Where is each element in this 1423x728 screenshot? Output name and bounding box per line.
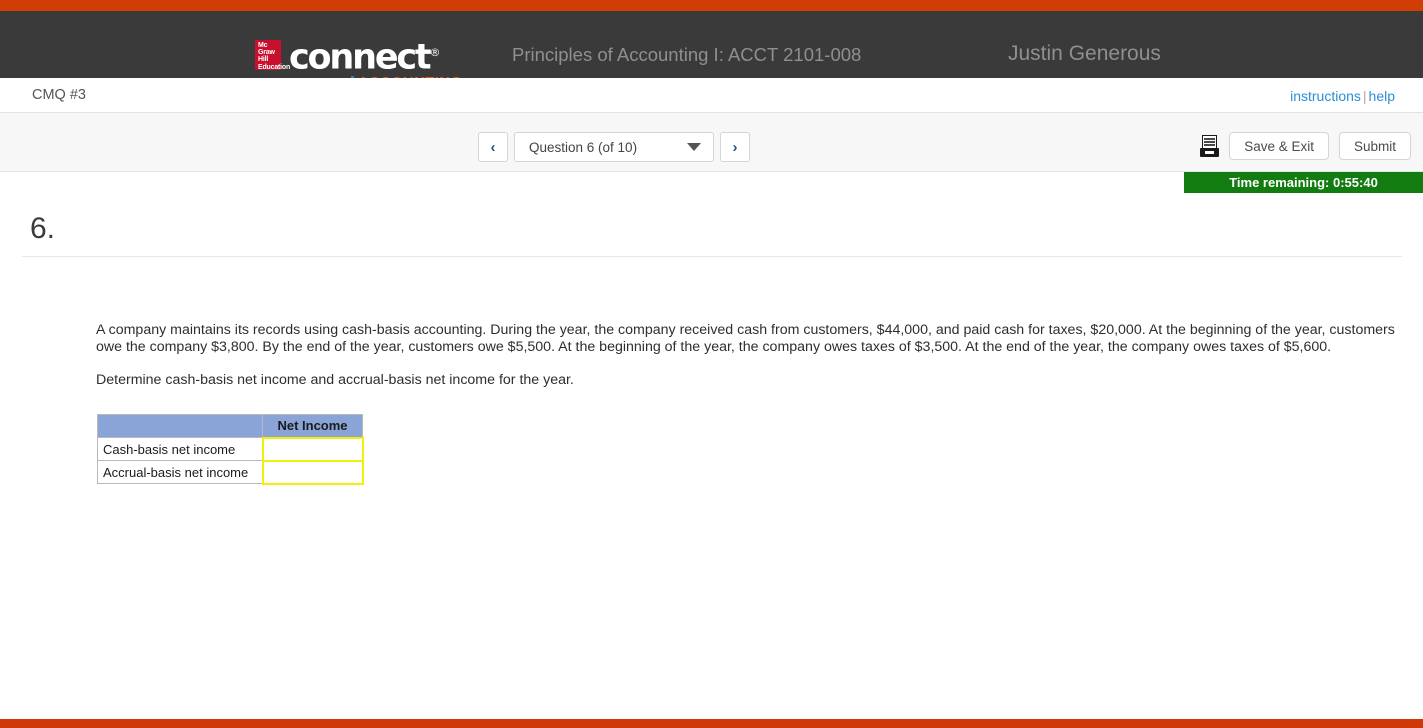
assignment-bar: CMQ #3 instructions | help xyxy=(0,78,1423,113)
next-question-button[interactable]: › xyxy=(720,132,750,162)
question-instruction: Determine cash-basis net income and accr… xyxy=(96,372,574,388)
mhe-line-1: Mc xyxy=(258,42,268,49)
column-header-net-income: Net Income xyxy=(262,414,363,438)
save-and-exit-button[interactable]: Save & Exit xyxy=(1229,132,1329,160)
bottom-accent-bar xyxy=(0,719,1423,728)
user-name[interactable]: Justin Generous xyxy=(1008,42,1161,66)
answer-table-body: Cash-basis net income Accrual-basis net … xyxy=(97,436,364,485)
top-accent-bar xyxy=(0,0,1423,11)
row-label-cash-basis: Cash-basis net income xyxy=(97,437,263,461)
row-label-accrual-basis: Accrual-basis net income xyxy=(97,460,263,484)
previous-question-button[interactable]: ‹ xyxy=(478,132,508,162)
question-number: 6. xyxy=(30,212,56,245)
answer-table-header-row: Net Income xyxy=(97,414,363,438)
accrual-basis-net-income-input[interactable] xyxy=(263,462,362,482)
cash-basis-input-cell[interactable] xyxy=(261,436,364,462)
question-content: A company maintains its records using ca… xyxy=(96,322,1411,388)
mhe-line-4: Education xyxy=(258,63,291,71)
mhe-line-3: Hill xyxy=(258,56,269,64)
question-selector-label: Question 6 (of 10) xyxy=(529,139,638,155)
answer-table: Net Income Cash-basis net income Accrual… xyxy=(97,414,364,485)
header-links: instructions | help xyxy=(1290,88,1395,104)
app-header: Mc Graw Hill Education connect® ACCOUNTI… xyxy=(0,11,1423,91)
mhe-line-2: Graw xyxy=(258,49,275,57)
time-remaining-banner: Time remaining: 0:55:40 xyxy=(1184,172,1423,193)
question-divider xyxy=(22,256,1402,257)
course-title: Principles of Accounting I: ACCT 2101-00… xyxy=(512,44,862,65)
accrual-basis-input-cell[interactable] xyxy=(261,459,364,485)
answer-table-head: Net Income xyxy=(97,414,363,438)
chevron-right-icon: › xyxy=(732,138,738,156)
chevron-down-icon xyxy=(687,143,701,151)
help-link[interactable]: help xyxy=(1369,88,1395,104)
chevron-left-icon: ‹ xyxy=(490,138,496,156)
assignment-title: CMQ #3 xyxy=(32,87,86,103)
submit-button[interactable]: Submit xyxy=(1338,132,1411,160)
mcgraw-hill-education-mark: Mc Graw Hill Education xyxy=(255,40,291,71)
question-selector-dropdown[interactable]: Question 6 (of 10) xyxy=(514,132,714,162)
column-header-blank xyxy=(97,414,263,438)
link-separator: | xyxy=(1362,88,1367,104)
connect-product-name: connect® xyxy=(289,37,441,78)
question-paragraph: A company maintains its records using ca… xyxy=(96,322,1395,355)
cash-basis-net-income-input[interactable] xyxy=(263,439,362,459)
printer-icon[interactable] xyxy=(1200,135,1220,157)
instructions-link[interactable]: instructions xyxy=(1290,88,1361,104)
question-navigation: ‹ Question 6 (of 10) › xyxy=(478,132,750,162)
table-row: Cash-basis net income xyxy=(97,436,364,462)
timer-row: Time remaining: 0:55:40 xyxy=(0,172,1423,193)
table-row: Accrual-basis net income xyxy=(97,459,364,485)
toolbar-actions: Save & Exit Submit xyxy=(1200,132,1423,160)
trademark-symbol: ® xyxy=(429,46,441,59)
